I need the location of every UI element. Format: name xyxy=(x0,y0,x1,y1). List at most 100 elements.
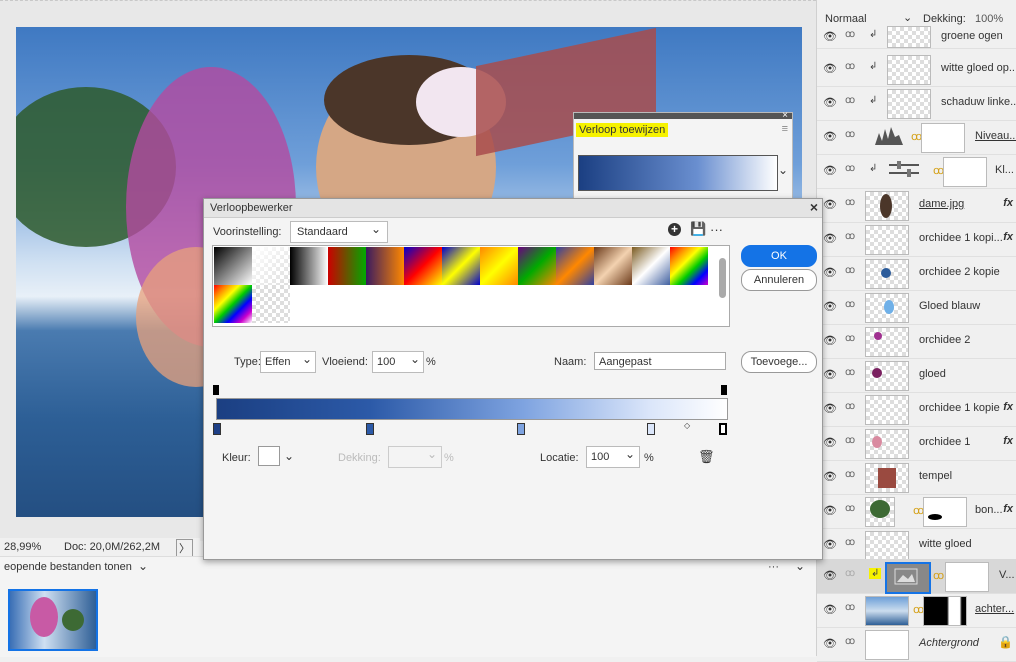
opacity-value[interactable]: 100% xyxy=(975,13,1003,25)
layer-row[interactable]: 👁 ꝏ ꝏ bon... fx xyxy=(817,494,1016,529)
layer-name[interactable]: orchidee 1 xyxy=(919,436,970,448)
layer-row[interactable]: 👁 ꝏ Gloed blauw xyxy=(817,290,1016,325)
panel-menu-icon[interactable]: ≡ xyxy=(782,123,788,135)
eye-icon[interactable]: 👁 xyxy=(823,637,837,650)
eye-icon[interactable]: 👁 xyxy=(823,603,837,616)
preset-swatch[interactable] xyxy=(214,247,252,285)
eye-icon[interactable]: 👁 xyxy=(823,96,837,109)
layer-name[interactable]: orchidee 1 kopie xyxy=(919,402,1000,414)
status-arrow-button[interactable]: 〉 xyxy=(176,539,193,557)
layer-row[interactable]: 👁 ꝏ dame.jpg fx xyxy=(817,188,1016,223)
layer-row[interactable]: 👁 ꝏ ↲ ꝏ Kl... xyxy=(817,154,1016,189)
scrollbar[interactable] xyxy=(719,258,726,298)
preset-swatch[interactable] xyxy=(366,247,404,285)
color-stop[interactable] xyxy=(647,423,655,435)
layer-row[interactable]: 👁 ꝏ ↲ groene ogen xyxy=(817,26,1016,49)
eye-icon[interactable]: 👁 xyxy=(823,538,837,551)
layer-row[interactable]: 👁 ꝏ ↲ witte gloed op... xyxy=(817,52,1016,87)
cancel-button[interactable]: Annuleren xyxy=(741,269,817,291)
layer-name[interactable]: gloed xyxy=(919,368,946,380)
layer-name[interactable]: achter... xyxy=(975,603,1014,615)
layer-row[interactable]: 👁 ꝏ ꝏ achter... xyxy=(817,593,1016,628)
color-stop[interactable] xyxy=(213,423,221,435)
location-select[interactable]: 100 ⌄ xyxy=(586,446,640,468)
layer-row[interactable]: 👁 ꝏ ↲ schaduw linke... xyxy=(817,86,1016,121)
close-icon[interactable]: × xyxy=(810,199,818,215)
layer-name[interactable]: Gloed blauw xyxy=(919,300,980,312)
preset-swatch[interactable] xyxy=(252,247,290,285)
chevron-down-icon[interactable]: ⌄ xyxy=(138,559,148,573)
layer-name[interactable]: Kl... xyxy=(995,164,1014,176)
layer-name[interactable]: orchidee 2 kopie xyxy=(919,266,1000,278)
midpoint-marker[interactable]: ◇ xyxy=(684,421,690,430)
layer-row[interactable]: 👁 ꝏ orchidee 2 xyxy=(817,324,1016,359)
eye-icon[interactable]: 👁 xyxy=(823,368,837,381)
layer-name[interactable]: tempel xyxy=(919,470,952,482)
layer-row[interactable]: 👁 ꝏ witte gloed xyxy=(817,528,1016,563)
add-preset-icon[interactable]: + xyxy=(668,223,681,236)
eye-icon[interactable]: 👁 xyxy=(823,300,837,313)
preset-swatch[interactable] xyxy=(252,285,290,323)
color-stop-selected[interactable] xyxy=(719,423,727,435)
layer-row[interactable]: 👁 ꝏ orchidee 2 kopie xyxy=(817,256,1016,291)
preset-swatch[interactable] xyxy=(328,247,366,285)
more-options-icon[interactable]: ··· xyxy=(710,222,723,237)
layer-row[interactable]: 👁 ꝏ gloed xyxy=(817,358,1016,393)
eye-icon[interactable]: 👁 xyxy=(823,569,837,582)
eye-icon[interactable]: 👁 xyxy=(823,232,837,245)
layer-row[interactable]: 👁 ꝏ ꝏ Niveau... xyxy=(817,120,1016,155)
layer-row[interactable]: 👁 ꝏ orchidee 1 fx xyxy=(817,426,1016,461)
ok-button[interactable]: OK xyxy=(741,245,817,267)
preset-select[interactable]: Standaard ⌄ xyxy=(290,221,388,243)
layer-row[interactable]: 👁 ꝏ tempel xyxy=(817,460,1016,495)
color-swatch[interactable] xyxy=(258,446,280,466)
preset-swatch[interactable] xyxy=(480,247,518,285)
eye-icon[interactable]: 👁 xyxy=(823,470,837,483)
fx-icon[interactable]: fx xyxy=(1003,503,1013,515)
eye-icon[interactable]: 👁 xyxy=(823,198,837,211)
chevron-down-icon[interactable]: ⌄ xyxy=(795,559,805,573)
smoothness-select[interactable]: 100 ⌄ xyxy=(372,351,424,373)
dialog-titlebar[interactable]: Verloopbewerker × xyxy=(204,199,822,218)
show-open-files-label[interactable]: eopende bestanden tonen xyxy=(4,561,132,573)
layer-name[interactable]: schaduw linke... xyxy=(941,96,1016,108)
layer-row[interactable]: 👁 ꝏ orchidee 1 kopie fx xyxy=(817,392,1016,427)
preset-swatch[interactable] xyxy=(214,285,252,323)
eye-icon[interactable]: 👁 xyxy=(823,504,837,517)
layer-row[interactable]: 👁 ꝏ orchidee 1 kopi... fx xyxy=(817,222,1016,257)
save-icon[interactable]: 💾 xyxy=(690,221,706,237)
type-select[interactable]: Effen ⌄ xyxy=(260,351,316,373)
layer-name[interactable]: witte gloed xyxy=(919,538,972,550)
eye-icon[interactable]: 👁 xyxy=(823,30,837,43)
preset-swatch[interactable] xyxy=(632,247,670,285)
chevron-down-icon[interactable]: ⌄ xyxy=(778,163,788,177)
chevron-down-icon[interactable]: ⌄ xyxy=(903,11,912,24)
layer-name[interactable]: dame.jpg xyxy=(919,198,964,210)
preset-swatch[interactable] xyxy=(290,247,328,285)
add-gradient-button[interactable]: Toevoege... xyxy=(741,351,817,373)
eye-icon[interactable]: 👁 xyxy=(823,266,837,279)
lock-icon[interactable]: 🔒 xyxy=(998,635,1013,649)
more-options-icon[interactable]: ··· xyxy=(768,561,779,573)
layer-name[interactable]: bon... xyxy=(975,504,1003,516)
eye-icon[interactable]: 👁 xyxy=(823,334,837,347)
preset-swatch[interactable] xyxy=(518,247,556,285)
color-stop[interactable] xyxy=(517,423,525,435)
preset-swatch[interactable] xyxy=(556,247,594,285)
layer-name[interactable]: V... xyxy=(999,569,1015,581)
gradient-preview[interactable] xyxy=(578,155,778,191)
color-stop[interactable] xyxy=(366,423,374,435)
gradient-bar[interactable] xyxy=(216,398,728,420)
fx-icon[interactable]: fx xyxy=(1003,197,1013,209)
layer-name[interactable]: witte gloed op... xyxy=(941,62,1016,74)
preset-swatch[interactable] xyxy=(594,247,632,285)
zoom-level[interactable]: 28,99% xyxy=(4,541,41,553)
layer-name[interactable]: Achtergrond xyxy=(919,637,979,649)
name-input[interactable]: Aangepast xyxy=(594,352,726,370)
blend-mode-select[interactable]: Normaal xyxy=(825,13,867,25)
preset-swatch[interactable] xyxy=(670,247,708,285)
eye-icon[interactable]: 👁 xyxy=(823,436,837,449)
preset-swatch[interactable] xyxy=(442,247,480,285)
eye-icon[interactable]: 👁 xyxy=(823,402,837,415)
layer-name[interactable]: Niveau... xyxy=(975,130,1016,142)
